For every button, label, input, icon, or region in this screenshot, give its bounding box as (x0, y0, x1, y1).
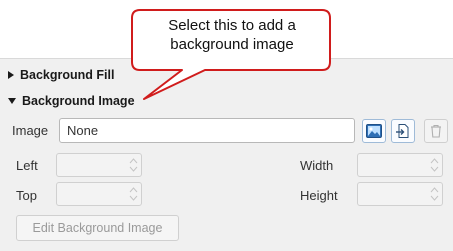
callout-text: Select this to add a background image (142, 16, 322, 54)
callout-text-line1: Select this to add a (168, 17, 296, 34)
callout-text-line2: background image (170, 36, 294, 53)
